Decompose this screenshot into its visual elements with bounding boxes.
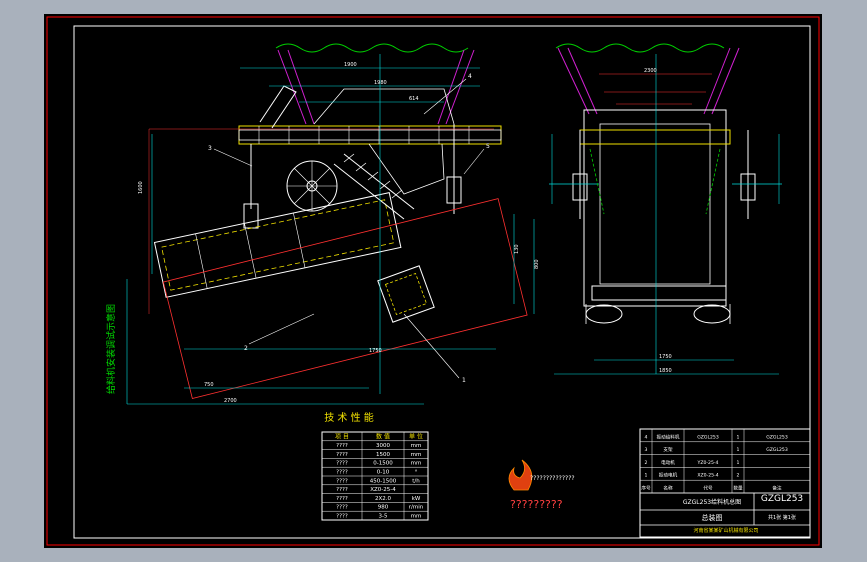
parts-header-cell: 数量 — [733, 485, 743, 492]
parts-cell: XZ0-25-4 — [697, 473, 718, 479]
title-block: 4 振动给料机 GZGL253 1 GZGL253 3 支架 1 GZGL253 2 电动机 YZ0-… — [639, 428, 811, 538]
spec-cell: ???? — [336, 487, 348, 493]
callout-3: 3 — [208, 145, 212, 152]
spec-cell: mm — [411, 514, 422, 520]
parts-cell: 1 — [737, 434, 740, 440]
spec-cell: XZ0-25-4 — [370, 487, 396, 493]
parts-header-cell: 代号 — [703, 485, 713, 492]
parts-header-cell: 序号 — [641, 485, 651, 492]
parts-cell: 电动机 — [661, 459, 675, 466]
spec-cell: ° — [415, 470, 418, 476]
spec-cell: ???? — [336, 461, 348, 467]
callout-4: 4 — [468, 73, 472, 80]
parts-cell: 1 — [737, 460, 740, 466]
spec-cell: ???? — [336, 478, 348, 484]
parts-cell: GZGL253 — [766, 434, 788, 440]
drawing-name: GZGL253给料机总图 — [683, 498, 741, 506]
dim-rv-top: 2300 — [644, 68, 657, 74]
spec-cell: 980 — [378, 505, 389, 511]
spec-table: 技 术 性 能 项 目 数 值 单 位???? 3000 mm???? 1500 mm???… — [321, 411, 429, 521]
watermark-text: ????????? — [510, 498, 563, 511]
spec-cell: 0-1500 — [373, 461, 393, 467]
flame-icon — [508, 459, 533, 491]
spec-cell: ???? — [336, 514, 348, 520]
logo: ?????????????? ????????? — [508, 459, 575, 511]
parts-cell: 振动电机 — [659, 472, 678, 479]
parts-cell: 支架 — [663, 446, 673, 453]
spec-header-cell: 单 位 — [409, 432, 423, 440]
dim-bot3: 2700 — [224, 398, 237, 404]
spec-cell: kW — [412, 496, 421, 502]
dim-bot1: 750 — [204, 382, 214, 388]
spec-cell: 450-1500 — [370, 478, 397, 484]
parts-cell: YZ0-25-4 — [697, 460, 719, 466]
parts-cell: 1 — [645, 473, 648, 479]
spec-cell: ???? — [336, 443, 348, 449]
dim-bot2: 1750 — [369, 348, 382, 354]
parts-cell: 1 — [737, 447, 740, 453]
spec-cell: 3000 — [376, 443, 390, 449]
parts-cell: 3 — [645, 447, 648, 453]
parts-cell: GZGL253 — [766, 447, 788, 453]
cad-viewport[interactable]: 1 2 3 4 5 1900 1980 614 1600 750 1750 27… — [44, 14, 822, 548]
dim-top2: 1980 — [374, 80, 387, 86]
parts-cell: 2 — [737, 473, 740, 479]
dim-rv-w2: 1850 — [659, 368, 672, 374]
spec-cell: ???? — [336, 452, 348, 458]
callout-5: 5 — [486, 143, 490, 150]
logo-caption: ?????????????? — [530, 475, 575, 482]
parts-cell: 振动给料机 — [657, 433, 680, 440]
spec-cell: 0-10 — [377, 470, 390, 476]
parts-cell: GZGL253 — [697, 434, 719, 440]
company-text: 河南省某某矿山机械有限公司 — [693, 527, 758, 534]
parts-header-cell: 备注 — [772, 485, 782, 492]
spec-header-cell: 项 目 — [335, 433, 349, 440]
side-view: 1 2 3 4 5 1900 1980 614 1600 750 1750 27… — [105, 43, 540, 405]
spec-cell: ???? — [336, 470, 348, 476]
spec-cell: ???? — [336, 496, 348, 502]
dim-left-h: 1600 — [138, 181, 144, 194]
spec-cell: mm — [411, 461, 422, 467]
spec-cell: r/min — [409, 505, 424, 511]
spec-cell: t/h — [412, 478, 420, 484]
callout-2: 2 — [244, 345, 248, 352]
callout-1: 1 — [462, 377, 466, 384]
parts-cell: 2 — [645, 460, 648, 466]
dim-top3: 614 — [409, 96, 419, 102]
side-note: 给料机安装调试示意图 — [105, 304, 117, 394]
parts-cell: 4 — [645, 434, 648, 440]
hopper-wave-left — [275, 43, 469, 53]
dim-right1: 130 — [514, 244, 520, 254]
material-label: 共1张 第1张 — [768, 514, 796, 521]
spec-cell: mm — [411, 443, 422, 449]
front-view: 1750 1850 2300 — [549, 43, 782, 375]
spec-cell: 1500 — [376, 452, 390, 458]
spec-cell: mm — [411, 452, 422, 458]
spec-cell: 3-5 — [379, 514, 388, 520]
sheet-label: 总装图 — [702, 513, 723, 522]
dim-right2: 800 — [534, 259, 540, 269]
spec-table-title: 技 术 性 能 — [324, 411, 374, 424]
drawing-number: GZGL253 — [761, 494, 803, 504]
spec-cell: ???? — [336, 505, 348, 511]
dim-top1: 1900 — [344, 62, 357, 68]
spec-cell: 2X2.0 — [375, 496, 392, 502]
parts-header-cell: 名称 — [663, 485, 673, 492]
drawing-canvas: 1 2 3 4 5 1900 1980 614 1600 750 1750 27… — [46, 16, 820, 546]
spec-header-cell: 数 值 — [376, 432, 390, 440]
dim-rv-w1: 1750 — [659, 354, 672, 360]
